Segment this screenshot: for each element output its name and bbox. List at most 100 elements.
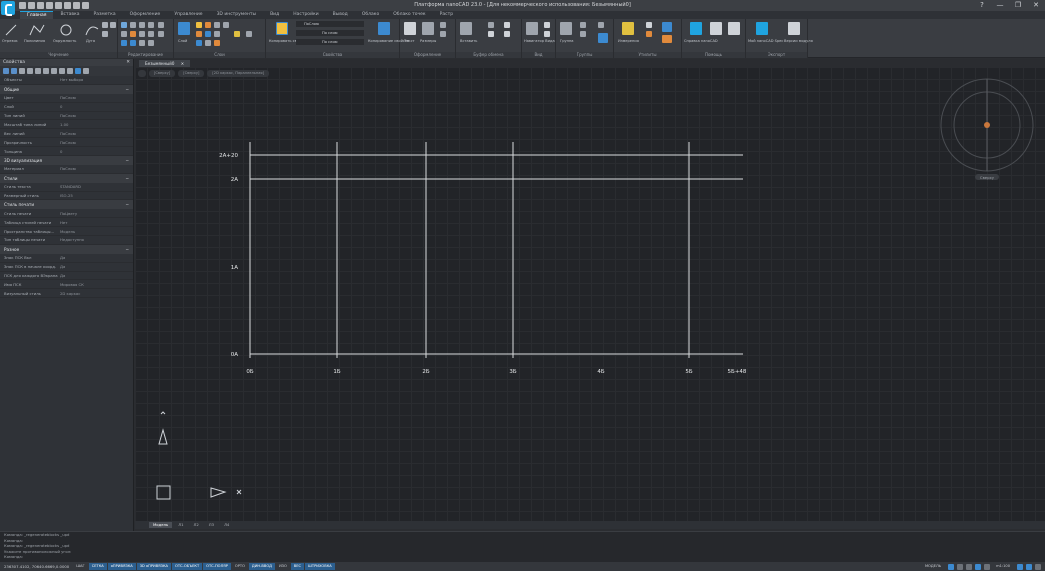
workspace-icon[interactable] <box>957 563 964 570</box>
layer-lock-icon[interactable] <box>214 22 220 28</box>
property-row[interactable]: Прозрачность ПоСлою <box>0 138 133 148</box>
extend-icon[interactable] <box>139 31 145 37</box>
measure-button[interactable]: Измерения <box>618 39 639 43</box>
calculator-icon[interactable] <box>646 22 652 28</box>
maximize-button[interactable]: ❐ <box>1009 0 1027 11</box>
copy-properties-icon[interactable] <box>378 22 390 35</box>
erase-icon[interactable] <box>139 40 145 46</box>
tab-manage[interactable]: Управление <box>167 11 209 19</box>
layer-settings-icon[interactable] <box>246 31 252 37</box>
tab-home[interactable]: Главная <box>20 11 54 19</box>
property-value[interactable]: STANDARD <box>60 184 133 189</box>
collapse-icon[interactable]: − <box>125 202 129 207</box>
color-dropdown[interactable]: ПоСлою <box>296 21 364 27</box>
property-row[interactable]: ПСК для каждого ВЭкрана Да <box>0 272 133 281</box>
property-section-header[interactable]: 3D визуализация − <box>0 156 133 165</box>
model-space-button[interactable]: МОДЕЛЬ <box>922 563 944 570</box>
tab-model[interactable]: Модель <box>149 522 173 528</box>
polyline-button[interactable]: Полилиния <box>24 39 45 43</box>
cut-icon[interactable] <box>488 22 494 28</box>
paste-block-icon[interactable] <box>504 31 510 37</box>
tab-output[interactable]: Вывод <box>326 11 355 19</box>
info-icon[interactable] <box>75 68 81 74</box>
tab-layout-1[interactable]: Л1 <box>174 522 187 528</box>
trim-icon[interactable] <box>130 31 136 37</box>
fillet-icon[interactable] <box>148 40 154 46</box>
view-navigator-icon[interactable] <box>526 22 538 35</box>
layer-previous-icon[interactable] <box>214 31 220 37</box>
tab-cloud[interactable]: Облако <box>355 11 386 19</box>
command-input[interactable]: Команда: <box>4 554 1045 560</box>
offset-icon[interactable] <box>148 31 154 37</box>
layer-walk-icon[interactable] <box>196 40 202 46</box>
collapse-icon[interactable] <box>51 68 57 74</box>
layer-match-icon[interactable] <box>205 31 211 37</box>
status-toggle-button[interactable]: ДИН-ВВОД <box>248 563 275 570</box>
draw-tools-icons[interactable] <box>4 23 100 37</box>
tab-view[interactable]: Вид <box>263 11 286 19</box>
status-toggle-button[interactable]: ОРТО <box>232 563 248 570</box>
property-row[interactable]: Таблица стилей печати Нет <box>0 218 133 228</box>
layer-delete-icon[interactable] <box>214 40 220 46</box>
help-about-icon[interactable] <box>728 22 740 35</box>
tab-layout[interactable]: Разметка <box>87 11 123 19</box>
expand-icon[interactable] <box>43 68 49 74</box>
group-icon[interactable] <box>560 22 572 35</box>
property-value[interactable]: Да <box>60 264 133 269</box>
circle-button[interactable]: Окружность <box>53 39 76 43</box>
app-logo-icon[interactable] <box>1 1 15 16</box>
help-button[interactable]: ? <box>973 0 991 11</box>
tab-annotate[interactable]: Оформление <box>123 11 168 19</box>
property-value[interactable]: Да <box>60 273 133 278</box>
copy-base-icon[interactable] <box>504 22 510 28</box>
viewcube[interactable]: Сверху <box>940 78 1034 180</box>
status-toggle-button[interactable]: ШТРИХОВКА <box>305 563 335 570</box>
stretch-icon[interactable] <box>158 22 164 28</box>
close-panel-icon[interactable]: ✕ <box>126 59 130 66</box>
dimension-icon[interactable] <box>422 22 434 35</box>
clean-screen-icon[interactable] <box>1026 563 1032 570</box>
help-nanocad-button[interactable]: Справка nanoCAD <box>684 39 718 43</box>
group-select-icon[interactable] <box>598 22 604 28</box>
property-row[interactable]: Стиль текста STANDARD <box>0 183 133 192</box>
module-versions-icon[interactable] <box>788 22 800 35</box>
property-value[interactable]: 1.00 <box>60 122 133 127</box>
collapse-icon[interactable]: − <box>125 158 129 163</box>
copy-clip-icon[interactable] <box>488 31 494 37</box>
line-button[interactable]: Отрезок <box>2 39 18 43</box>
group-button[interactable]: Группа <box>560 39 574 43</box>
property-value[interactable]: ПоСлою <box>60 131 133 136</box>
customize-icon[interactable] <box>1035 563 1041 570</box>
hatch-icon[interactable] <box>102 31 108 37</box>
group-edit-icon[interactable] <box>580 31 586 37</box>
tab-point-cloud[interactable]: Облако точек <box>386 11 432 19</box>
status-toggle-button[interactable]: ШАГ <box>73 563 88 570</box>
property-value[interactable]: Нет <box>60 220 133 225</box>
text-icon[interactable] <box>404 22 416 35</box>
layer-color-icon[interactable] <box>223 22 229 28</box>
layer-state-icon[interactable] <box>234 31 240 37</box>
mirror-icon[interactable] <box>148 22 154 28</box>
layer-merge-icon[interactable] <box>205 40 211 46</box>
property-value[interactable]: 2D каркас <box>60 291 133 296</box>
property-value[interactable]: Да <box>60 255 133 260</box>
status-toggle-button[interactable]: ОТС-ПОЛЯР <box>203 563 231 570</box>
status-toggle-button[interactable]: ОТС-ОБЪЕКТ <box>172 563 203 570</box>
linetype-dropdown[interactable]: По слою <box>296 30 364 36</box>
collapse-icon[interactable]: − <box>125 247 129 252</box>
view-navigator-button[interactable]: Навигатор Вида <box>524 39 555 43</box>
list-view-icon[interactable] <box>67 68 73 74</box>
isolate-icon[interactable] <box>975 563 982 570</box>
close-button[interactable]: ✕ <box>1027 0 1045 11</box>
property-value[interactable]: ПоСлою <box>60 113 133 118</box>
arc-button[interactable]: Дуга <box>86 39 95 43</box>
grid-view-icon[interactable] <box>59 68 65 74</box>
layer-properties-icon[interactable] <box>178 22 190 35</box>
ungroup-icon[interactable] <box>580 22 586 28</box>
tab-3d-tools[interactable]: 3D инструменты <box>210 11 264 19</box>
quick-select-icon[interactable] <box>11 68 17 74</box>
status-toggle-button[interactable]: ВЕС <box>290 563 305 570</box>
tab-insert[interactable]: Вставка <box>53 11 86 19</box>
tab-layout-3[interactable]: Л3 <box>205 522 218 528</box>
match-properties-icon[interactable] <box>276 22 288 35</box>
